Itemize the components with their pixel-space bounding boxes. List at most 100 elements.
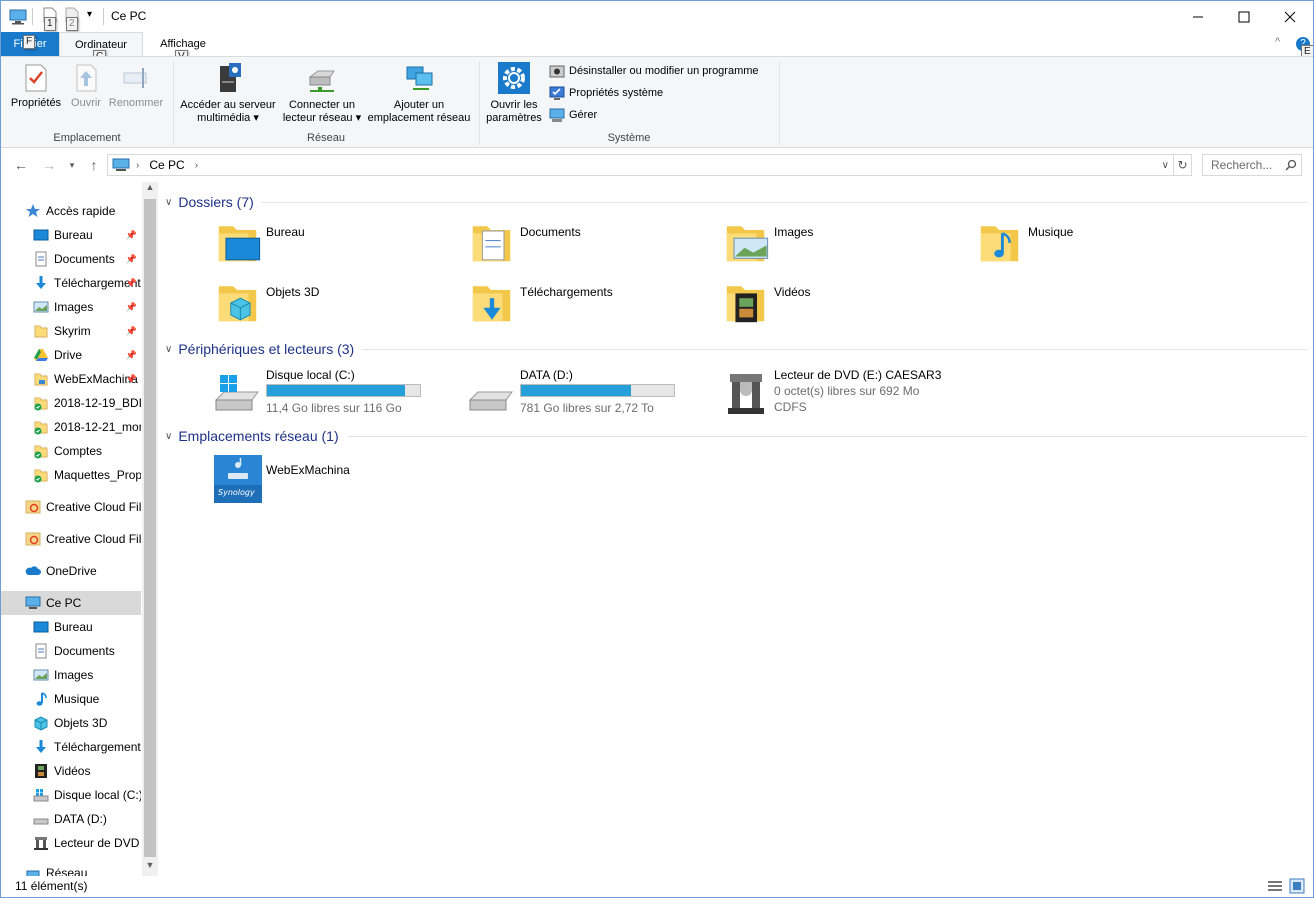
nav-pc-item[interactable]: Images xyxy=(1,663,141,687)
close-icon xyxy=(1284,11,1296,22)
pin-icon[interactable]: 📌 xyxy=(126,350,137,361)
music-note-icon xyxy=(36,692,47,706)
nav-pc-item[interactable]: Vidéos xyxy=(1,759,141,783)
breadcrumb-ce-pc[interactable]: Ce PC xyxy=(149,158,184,172)
system-properties-button[interactable]: Propriétés système xyxy=(549,83,663,103)
nav-quick-item[interactable]: Bureau 📌 xyxy=(1,223,141,247)
nav-quick-item[interactable]: Drive 📌 xyxy=(1,343,141,367)
collapse-ribbon-icon[interactable]: ^ xyxy=(1275,36,1280,48)
nav-pc-item[interactable]: Objets 3D xyxy=(1,711,141,735)
pin-icon[interactable]: 📌 xyxy=(126,326,137,337)
address-dropdown-icon[interactable]: ∨ xyxy=(1162,160,1169,171)
map-network-drive-button[interactable]: Connecter un lecteur réseau ▾ xyxy=(281,61,363,125)
synced-folder-icon xyxy=(34,397,48,411)
open-button[interactable]: Ouvrir xyxy=(67,63,105,110)
details-view-icon[interactable] xyxy=(1267,879,1283,893)
map-drive-label-2: lecteur réseau xyxy=(282,112,353,124)
large-icons-view-icon[interactable] xyxy=(1289,878,1305,894)
section-devices[interactable]: ∨ Périphériques et lecteurs (3) xyxy=(165,338,1307,360)
network-location-webexmachina[interactable]: Synology WebExMachina xyxy=(214,455,464,511)
minimize-button[interactable] xyxy=(1175,1,1221,32)
creative-cloud-icon xyxy=(25,532,41,546)
keytip-qat1: 1 xyxy=(44,17,56,31)
nav-quick-access[interactable]: Accès rapide xyxy=(1,199,141,223)
nav-quick-item[interactable]: Téléchargements 📌 xyxy=(1,271,141,295)
navigation-scrollbar[interactable]: ▲ ▼ xyxy=(142,182,158,876)
nav-quick-item[interactable]: Comptes xyxy=(1,439,141,463)
images-folder-icon xyxy=(726,226,769,262)
back-button[interactable]: ← xyxy=(10,155,32,175)
scroll-up-icon[interactable]: ▲ xyxy=(142,182,158,196)
drive-e-dvd[interactable]: Lecteur de DVD (E:) CAESAR3 0 octet(s) l… xyxy=(722,368,972,426)
pictures-icon xyxy=(33,301,49,313)
scroll-down-icon[interactable]: ▼ xyxy=(142,860,158,874)
nav-pc-item[interactable]: DATA (D:) xyxy=(1,807,141,831)
section-network[interactable]: ∨ Emplacements réseau (1) xyxy=(165,425,1307,447)
uninstall-program-button[interactable]: Désinstaller ou modifier un programme xyxy=(549,61,759,81)
add-network-location-button[interactable]: Ajouter un emplacement réseau xyxy=(365,61,473,125)
system-properties-label: Propriétés système xyxy=(569,87,664,99)
folder-item[interactable]: Objets 3D xyxy=(214,279,464,335)
nav-pc-item[interactable]: Bureau xyxy=(1,615,141,639)
folder-item[interactable]: Téléchargements xyxy=(468,279,718,335)
nav-creative-cloud-1[interactable]: Creative Cloud Files xyxy=(1,495,141,519)
nav-label: Maquettes_Prop xyxy=(54,468,141,482)
media-server-button[interactable]: Accéder au serveur multimédia ▾ xyxy=(177,61,279,125)
address-bar[interactable]: › Ce PC › ∨ ↻ xyxy=(107,154,1192,176)
nav-pc-item[interactable]: Documents xyxy=(1,639,141,663)
nav-onedrive[interactable]: OneDrive xyxy=(1,559,141,583)
nav-creative-cloud-2[interactable]: Creative Cloud Files xyxy=(1,527,141,551)
pin-icon[interactable]: 📌 xyxy=(126,230,137,241)
pin-icon[interactable]: 📌 xyxy=(126,254,137,265)
folder-item[interactable]: Vidéos xyxy=(722,279,972,335)
hard-drive-icon xyxy=(468,391,513,411)
forward-arrow-icon: → xyxy=(42,157,56,173)
hard-drive-icon xyxy=(33,818,49,825)
drive-filesystem: CDFS xyxy=(774,400,807,414)
nav-quick-item[interactable]: 2018-12-19_BDD xyxy=(1,391,141,415)
nav-quick-item[interactable]: Images 📌 xyxy=(1,295,141,319)
pin-icon[interactable]: 📌 xyxy=(126,302,137,313)
rename-button[interactable]: Renommer xyxy=(107,63,165,110)
open-settings-button[interactable]: Ouvrir les paramètres xyxy=(483,61,545,125)
drive-free-space: 781 Go libres sur 2,72 To xyxy=(520,401,654,415)
close-button[interactable] xyxy=(1267,1,1313,32)
nav-pc-item[interactable]: Téléchargements xyxy=(1,735,141,759)
nav-ce-pc[interactable]: Ce PC xyxy=(1,591,141,615)
forward-button[interactable]: → xyxy=(38,155,60,175)
nav-pc-item[interactable]: Lecteur de DVD (E:) xyxy=(1,831,141,855)
up-button[interactable]: ↑ xyxy=(83,155,105,175)
group-separator xyxy=(779,61,780,145)
folder-item[interactable]: Bureau xyxy=(214,219,464,275)
folder-item[interactable]: Images xyxy=(722,219,972,275)
nav-pc-item[interactable]: Musique xyxy=(1,687,141,711)
search-input[interactable]: Recherch... xyxy=(1202,154,1302,176)
drive-d[interactable]: DATA (D:) 781 Go libres sur 2,72 To xyxy=(468,368,718,426)
nav-quick-item[interactable]: WebExMachina 📌 xyxy=(1,367,141,391)
drive-c[interactable]: Disque local (C:) 11,4 Go libres sur 116… xyxy=(214,368,464,426)
manage-icon xyxy=(549,108,565,122)
manage-button[interactable]: Gérer xyxy=(549,105,597,125)
refresh-icon[interactable]: ↻ xyxy=(1173,155,1191,175)
scroll-thumb[interactable] xyxy=(144,199,156,857)
nav-label: Lecteur de DVD (E:) xyxy=(54,836,141,850)
nav-label: Téléchargements xyxy=(54,740,141,754)
folder-item[interactable]: Musique xyxy=(976,219,1226,275)
pin-icon[interactable]: 📌 xyxy=(126,278,137,289)
nav-quick-item[interactable]: 2018-12-21_mon xyxy=(1,415,141,439)
nav-reseau[interactable]: Réseau xyxy=(1,861,141,876)
nav-quick-item[interactable]: Skyrim 📌 xyxy=(1,319,141,343)
maximize-button[interactable] xyxy=(1221,1,1267,32)
pin-icon[interactable]: 📌 xyxy=(126,374,137,385)
nav-pc-item[interactable]: Disque local (C:) xyxy=(1,783,141,807)
nav-quick-item[interactable]: Documents 📌 xyxy=(1,247,141,271)
recent-locations-button[interactable]: ▾ xyxy=(61,155,83,175)
section-folders[interactable]: ∨ Dossiers (7) xyxy=(165,191,1307,213)
folder-item[interactable]: Documents xyxy=(468,219,718,275)
nav-quick-item[interactable]: Maquettes_Prop xyxy=(1,463,141,487)
up-arrow-icon: ↑ xyxy=(90,157,98,173)
properties-button[interactable]: Propriétés xyxy=(7,63,65,110)
qat-dropdown-icon[interactable]: ▾ xyxy=(87,9,92,20)
item-count: 11 élément(s) xyxy=(15,879,88,893)
breadcrumb-chevron-icon[interactable]: › xyxy=(195,160,198,171)
